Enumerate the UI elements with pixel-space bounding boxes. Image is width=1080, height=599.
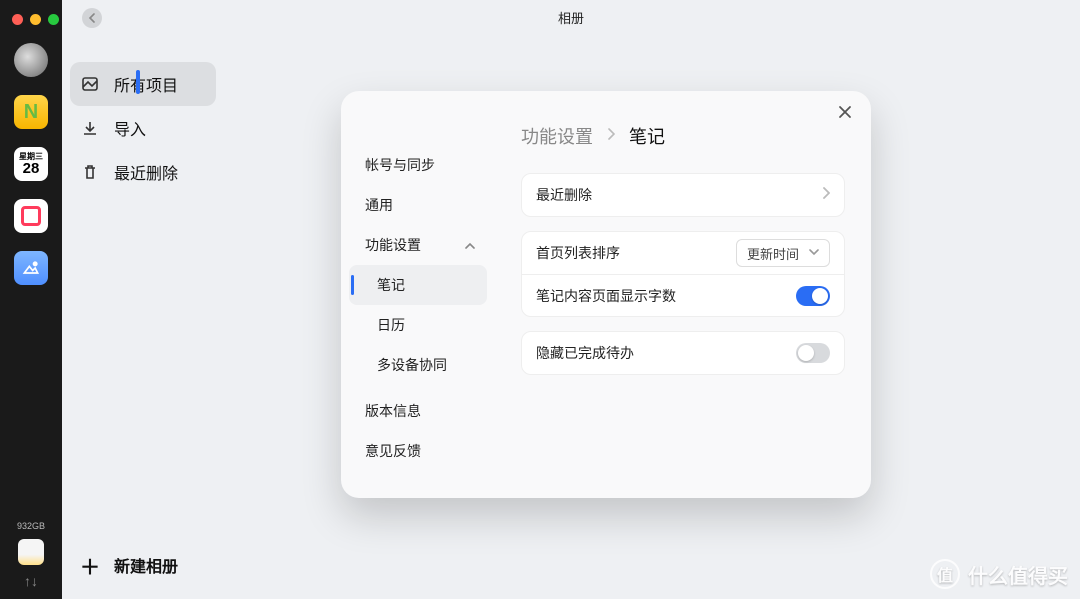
photos-icon bbox=[21, 258, 41, 278]
settings-card-recent-delete: 最近删除 bbox=[521, 173, 845, 217]
settings-nav-label: 帐号与同步 bbox=[365, 155, 435, 175]
show-char-count-toggle[interactable] bbox=[796, 286, 830, 306]
row-label: 隐藏已完成待办 bbox=[536, 343, 634, 363]
breadcrumb-current: 笔记 bbox=[629, 123, 665, 149]
sync-arrows-icon: ↑↓ bbox=[24, 573, 38, 589]
trash-icon bbox=[80, 163, 100, 181]
sidebar-item-label: 导入 bbox=[114, 116, 146, 140]
settings-nav-label: 版本信息 bbox=[365, 401, 421, 421]
row-show-char-count: 笔记内容页面显示字数 bbox=[522, 274, 844, 316]
select-value: 更新时间 bbox=[747, 244, 799, 263]
dock-app-notes[interactable]: N bbox=[14, 95, 48, 129]
watermark: 值 什么值得买 bbox=[930, 559, 1068, 589]
photos-window: 相册 所有项目 导入 最近删除 bbox=[62, 0, 1080, 599]
sidebar-item-label: 所有项目 bbox=[114, 72, 178, 96]
row-hide-done-todos: 隐藏已完成待办 bbox=[522, 332, 844, 374]
titlebar: 相册 bbox=[62, 0, 1080, 34]
new-album-label: 新建相册 bbox=[114, 553, 178, 577]
chevron-right-icon bbox=[822, 186, 830, 204]
new-album-button[interactable]: ＋ 新建相册 bbox=[70, 543, 216, 587]
sidebar-item-all[interactable]: 所有项目 bbox=[70, 62, 216, 106]
avatar[interactable] bbox=[14, 43, 48, 77]
import-icon bbox=[80, 119, 100, 137]
settings-nav-label: 通用 bbox=[365, 195, 393, 215]
watermark-badge-icon: 值 bbox=[930, 559, 960, 589]
settings-nav-label: 笔记 bbox=[377, 275, 405, 295]
row-label: 最近删除 bbox=[536, 185, 592, 205]
settings-nav-label: 功能设置 bbox=[365, 235, 421, 255]
settings-nav-calendar[interactable]: 日历 bbox=[349, 305, 487, 345]
window-traffic-lights bbox=[0, 14, 59, 25]
homepage-sort-select[interactable]: 更新时间 bbox=[736, 239, 830, 267]
settings-sidebar: 帐号与同步 通用 功能设置 笔记 日历 多设备协同 版本信息 意见反馈 bbox=[341, 91, 495, 498]
close-icon[interactable] bbox=[12, 14, 23, 25]
settings-nav-general[interactable]: 通用 bbox=[349, 185, 487, 225]
dock-app-photos[interactable] bbox=[14, 251, 48, 285]
dock-app-calendar[interactable]: 星期三 28 bbox=[14, 147, 48, 181]
storage-text: 932GB bbox=[17, 521, 45, 531]
trash-icon[interactable] bbox=[18, 539, 44, 565]
sidebar-item-recent-delete[interactable]: 最近删除 bbox=[70, 150, 216, 194]
row-recent-delete[interactable]: 最近删除 bbox=[522, 174, 844, 216]
sidebar-item-label: 最近删除 bbox=[114, 160, 178, 184]
settings-modal: 帐号与同步 通用 功能设置 笔记 日历 多设备协同 版本信息 意见反馈 功能设置… bbox=[341, 91, 871, 498]
row-homepage-sort: 首页列表排序 更新时间 bbox=[522, 232, 844, 274]
album-sidebar: 所有项目 导入 最近删除 ＋ 新建相册 bbox=[62, 34, 224, 599]
close-button[interactable] bbox=[833, 103, 857, 127]
settings-card-hide-done: 隐藏已完成待办 bbox=[521, 331, 845, 375]
row-label: 首页列表排序 bbox=[536, 243, 620, 263]
calendar-day: 28 bbox=[23, 161, 40, 176]
settings-body: 功能设置 笔记 最近删除 首页列表排序 更新时间 bbox=[495, 91, 871, 498]
settings-nav-label: 多设备协同 bbox=[377, 355, 447, 375]
minimize-icon[interactable] bbox=[30, 14, 41, 25]
dock-bottom: 932GB ↑↓ bbox=[17, 521, 45, 589]
sidebar-item-import[interactable]: 导入 bbox=[70, 106, 216, 150]
chevron-down-icon bbox=[809, 247, 819, 259]
settings-nav-version[interactable]: 版本信息 bbox=[349, 391, 487, 431]
watermark-text: 什么值得买 bbox=[968, 560, 1068, 589]
row-label: 笔记内容页面显示字数 bbox=[536, 286, 676, 306]
active-indicator bbox=[136, 70, 140, 94]
os-dock: N 星期三 28 932GB ↑↓ bbox=[0, 0, 62, 599]
plus-icon: ＋ bbox=[80, 551, 100, 580]
back-button[interactable] bbox=[82, 8, 102, 28]
chevron-up-icon bbox=[465, 237, 475, 253]
breadcrumb: 功能设置 笔记 bbox=[521, 123, 845, 149]
dock-app-box[interactable] bbox=[14, 199, 48, 233]
settings-nav-label: 意见反馈 bbox=[365, 441, 421, 461]
hide-done-toggle[interactable] bbox=[796, 343, 830, 363]
window-title: 相册 bbox=[558, 8, 584, 27]
settings-nav-notes[interactable]: 笔记 bbox=[349, 265, 487, 305]
chevron-left-icon bbox=[88, 13, 96, 23]
settings-nav-multidevice[interactable]: 多设备协同 bbox=[349, 345, 487, 385]
close-icon bbox=[838, 105, 852, 119]
breadcrumb-parent[interactable]: 功能设置 bbox=[521, 123, 593, 149]
settings-card-main: 首页列表排序 更新时间 笔记内容页面显示字数 bbox=[521, 231, 845, 317]
all-items-icon bbox=[80, 75, 100, 93]
settings-nav-label: 日历 bbox=[377, 315, 405, 335]
chevron-right-icon bbox=[607, 127, 615, 145]
settings-nav-features[interactable]: 功能设置 bbox=[349, 225, 487, 265]
settings-nav-account[interactable]: 帐号与同步 bbox=[349, 145, 487, 185]
fullscreen-icon[interactable] bbox=[48, 14, 59, 25]
settings-nav-feedback[interactable]: 意见反馈 bbox=[349, 431, 487, 471]
